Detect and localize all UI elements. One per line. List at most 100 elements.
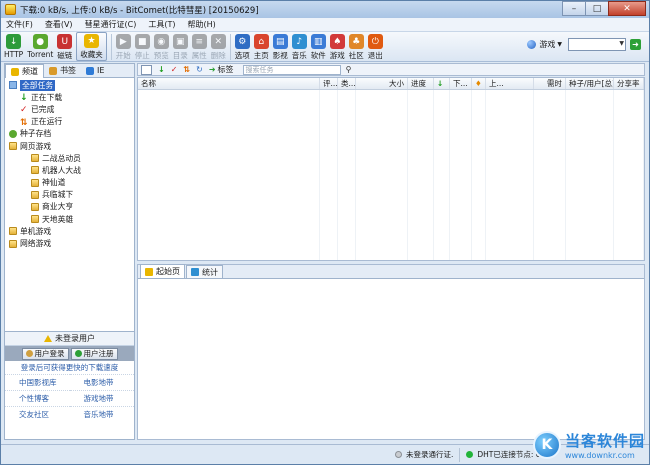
link-blog[interactable]: 个性博客: [5, 390, 70, 406]
tab-statistics[interactable]: 统计: [186, 265, 223, 278]
column-gridline: [450, 90, 472, 260]
tree-item[interactable]: ✓ 已完成: [5, 103, 134, 116]
column-gridline: [486, 90, 534, 260]
upload-speed-icon: ♦: [475, 79, 482, 88]
community-icon: ♣: [348, 34, 364, 49]
running-arrows-icon[interactable]: ⇅: [183, 65, 190, 74]
user-status-label: 未登录用户: [55, 334, 95, 343]
start-icon: ▶: [115, 34, 131, 49]
folder-icon: [31, 166, 39, 175]
column-header[interactable]: 上...: [486, 78, 534, 89]
tree-item[interactable]: 单机游戏: [5, 225, 134, 237]
tree-item[interactable]: 天地英雄: [5, 213, 134, 225]
column-header[interactable]: 名称: [138, 78, 320, 89]
link-community[interactable]: 交友社区: [5, 406, 70, 422]
left-panel: 频道 书签 IE 全部任务 ↓ 正在下载 ✓ 已完成 ⇅ 正在运行 种子存档 网页游戏 二战总动员…: [4, 63, 135, 440]
passport-status[interactable]: 未登录通行证.: [395, 449, 453, 460]
toolbar-button-label: 停止: [134, 51, 150, 60]
tree-item[interactable]: 机器人大战: [5, 164, 134, 176]
passport-status-label: 未登录通行证.: [406, 450, 454, 459]
dropdown-arrow-icon[interactable]: ▼: [619, 40, 624, 47]
toolbar-button-label: 影视: [272, 51, 288, 60]
user-register-button[interactable]: 用户注册: [70, 347, 118, 360]
refresh-icon[interactable]: ↻: [196, 65, 203, 74]
minimize-button[interactable]: –: [562, 1, 586, 16]
toolbar-button-3[interactable]: ★ 收藏夹: [76, 32, 107, 61]
tab-ie[interactable]: IE: [81, 64, 109, 77]
toolbar-button-13[interactable]: ♪ 音乐: [291, 32, 307, 61]
column-header[interactable]: 下...: [450, 78, 472, 89]
tab-start-page[interactable]: 起始页: [140, 264, 185, 278]
tag-button[interactable]: ➜ 标签: [209, 64, 234, 75]
tab-bookmarks-label: 书签: [60, 66, 76, 75]
search-category-select[interactable]: 游戏 ▼: [527, 39, 562, 50]
toolbar-button-17[interactable]: ⏻ 退出: [367, 32, 383, 61]
link-game-zone[interactable]: 游戏地带: [69, 390, 134, 406]
dht-status[interactable]: DHT已连接节点: 0: [466, 449, 541, 460]
home-icon: [145, 267, 153, 276]
column-header[interactable]: ♦: [472, 78, 486, 89]
tree-item[interactable]: ↓ 正在下载: [5, 91, 134, 104]
folder-icon: [9, 142, 17, 151]
search-icon[interactable]: ⚲: [346, 65, 352, 74]
tree-item[interactable]: 神仙道: [5, 177, 134, 189]
toolbar-button-14[interactable]: ▥ 软件: [310, 32, 326, 61]
download-arrow-icon[interactable]: ↓: [158, 65, 165, 74]
tree-item[interactable]: 兵临城下: [5, 189, 134, 201]
toolbar-button-label: HTTP: [4, 50, 24, 59]
menu-help[interactable]: 帮助(H): [188, 19, 216, 30]
user-buttons: 用户登录 用户注册: [5, 346, 134, 361]
tab-channel[interactable]: 频道: [5, 64, 44, 78]
link-china-film[interactable]: 中国影视库: [5, 374, 70, 390]
tree-item[interactable]: 种子存档: [5, 128, 134, 140]
column-header[interactable]: 进度: [408, 78, 434, 89]
menu-file[interactable]: 文件(F): [6, 19, 33, 30]
search-go-button[interactable]: ➜: [630, 39, 641, 50]
column-header[interactable]: ↓: [434, 78, 450, 89]
tree-item[interactable]: 网页游戏: [5, 140, 134, 152]
column-header[interactable]: 需时: [534, 78, 566, 89]
user-area: 未登录用户 用户登录 用户注册 登录后可获得更快的下载速度 中国影视库 电影地带…: [5, 331, 134, 439]
toolbar-button-16[interactable]: ♣ 社区: [348, 32, 364, 61]
toolbar-button-label: 开始: [115, 51, 131, 60]
toolbar-button-2[interactable]: U 磁链: [57, 32, 73, 61]
toolbar-button-10[interactable]: ⚙ 选项: [234, 32, 250, 61]
chevron-down-icon: ▼: [557, 41, 562, 48]
task-list-body[interactable]: [138, 90, 644, 260]
link-movie-zone[interactable]: 电影地带: [69, 374, 134, 390]
maximize-button[interactable]: □: [585, 1, 609, 16]
tab-bookmarks[interactable]: 书签: [44, 64, 81, 77]
toolbar-button-12[interactable]: ▤ 影视: [272, 32, 288, 61]
tree-item[interactable]: 网络游戏: [5, 237, 134, 249]
menu-view[interactable]: 查看(V): [45, 19, 73, 30]
column-gridline: [434, 90, 450, 260]
toolbar-button-1[interactable]: ● Torrent: [27, 32, 53, 61]
tree-item[interactable]: 二战总动员: [5, 152, 134, 164]
column-gridline: [566, 90, 614, 260]
column-header[interactable]: 评...: [320, 78, 338, 89]
register-icon: [74, 350, 82, 357]
completed-check-icon[interactable]: ✓: [171, 65, 178, 74]
login-promo-link[interactable]: 登录后可获得更快的下载速度: [5, 361, 134, 374]
link-music-zone[interactable]: 音乐地带: [69, 406, 134, 422]
toolbar-button-11[interactable]: ⌂ 主页: [253, 32, 269, 61]
select-all-icon[interactable]: [141, 64, 152, 75]
tree-item[interactable]: 全部任务: [5, 79, 134, 91]
tree-item[interactable]: ⇅ 正在运行: [5, 116, 134, 128]
task-search-input[interactable]: 搜索任务 ⚲: [242, 64, 352, 75]
column-header[interactable]: 种子/用户[总]: [566, 78, 614, 89]
user-register-label: 用户注册: [83, 349, 114, 358]
column-header[interactable]: 大小: [356, 78, 408, 89]
column-header[interactable]: 分享率: [614, 78, 644, 89]
web-search-input[interactable]: ▼: [568, 38, 626, 51]
menu-tools[interactable]: 工具(T): [148, 19, 175, 30]
close-button[interactable]: ✕: [608, 1, 646, 16]
torrent-archive-icon: [9, 129, 17, 138]
toolbar-button-0[interactable]: ↓ HTTP: [4, 32, 23, 61]
toolbar-button-15[interactable]: ♠ 游戏: [329, 32, 345, 61]
tree-item[interactable]: 商业大亨: [5, 201, 134, 213]
menu-passport[interactable]: 彗星通行证(C): [85, 19, 137, 30]
user-login-button[interactable]: 用户登录: [21, 347, 69, 360]
column-header[interactable]: 类...: [338, 78, 356, 89]
toolbar-button-label: 社区: [348, 51, 364, 60]
